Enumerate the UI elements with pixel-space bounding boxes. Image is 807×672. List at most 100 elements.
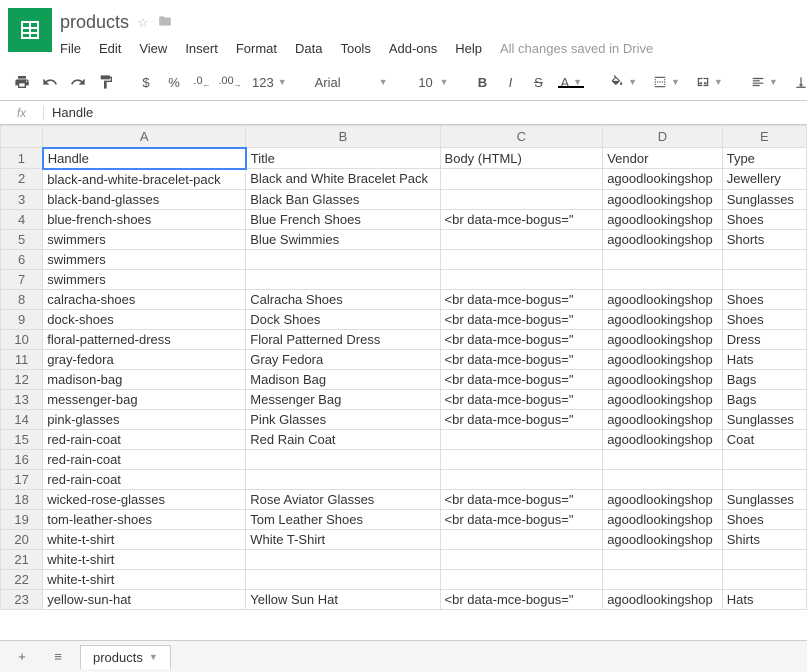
increase-decimal-button[interactable]: .00→ bbox=[218, 70, 242, 94]
cell[interactable]: white-t-shirt bbox=[43, 529, 246, 549]
col-header-D[interactable]: D bbox=[603, 126, 723, 148]
cell[interactable]: Vendor bbox=[603, 148, 723, 169]
cell[interactable]: Black and White Bracelet Pack bbox=[246, 169, 440, 190]
menu-insert[interactable]: Insert bbox=[185, 41, 218, 56]
cell[interactable]: <br data-mce-bogus=" bbox=[440, 349, 603, 369]
cell[interactable]: Body (HTML) bbox=[440, 148, 603, 169]
percent-button[interactable]: % bbox=[162, 70, 186, 94]
cell[interactable]: Sunglasses bbox=[722, 409, 806, 429]
cell[interactable] bbox=[440, 469, 603, 489]
star-icon[interactable]: ☆ bbox=[137, 15, 149, 31]
cell[interactable]: Red Rain Coat bbox=[246, 429, 440, 449]
cell[interactable] bbox=[603, 469, 723, 489]
row-header[interactable]: 9 bbox=[1, 309, 43, 329]
undo-icon[interactable] bbox=[38, 70, 62, 94]
cell[interactable] bbox=[440, 249, 603, 269]
text-color-dropdown[interactable]: A▼ bbox=[554, 75, 588, 90]
cell[interactable]: Shorts bbox=[722, 229, 806, 249]
cell[interactable]: Sunglasses bbox=[722, 489, 806, 509]
cell[interactable]: agoodlookingshop bbox=[603, 209, 723, 229]
cell[interactable]: Shoes bbox=[722, 209, 806, 229]
cell[interactable] bbox=[603, 569, 723, 589]
v-align-dropdown[interactable]: ▼ bbox=[788, 75, 807, 89]
cell[interactable] bbox=[440, 449, 603, 469]
add-sheet-button[interactable]: + bbox=[8, 645, 36, 669]
font-size-dropdown[interactable]: 10▼ bbox=[410, 75, 455, 90]
menu-help[interactable]: Help bbox=[455, 41, 482, 56]
menu-format[interactable]: Format bbox=[236, 41, 277, 56]
cell[interactable]: swimmers bbox=[43, 229, 246, 249]
row-header[interactable]: 19 bbox=[1, 509, 43, 529]
sheet-tab-menu-icon[interactable]: ▼ bbox=[149, 652, 158, 662]
cell[interactable]: agoodlookingshop bbox=[603, 369, 723, 389]
cell[interactable]: Madison Bag bbox=[246, 369, 440, 389]
cell[interactable]: Yellow Sun Hat bbox=[246, 589, 440, 609]
cell[interactable] bbox=[440, 549, 603, 569]
cell[interactable] bbox=[722, 549, 806, 569]
menu-add-ons[interactable]: Add-ons bbox=[389, 41, 437, 56]
cell[interactable]: blue-french-shoes bbox=[43, 209, 246, 229]
cell[interactable] bbox=[722, 569, 806, 589]
cell[interactable] bbox=[722, 449, 806, 469]
cell[interactable]: agoodlookingshop bbox=[603, 329, 723, 349]
cell[interactable]: Calracha Shoes bbox=[246, 289, 440, 309]
cell[interactable] bbox=[440, 269, 603, 289]
cell[interactable] bbox=[440, 169, 603, 190]
cell[interactable]: Messenger Bag bbox=[246, 389, 440, 409]
fill-color-dropdown[interactable]: ▼ bbox=[604, 75, 643, 89]
cell[interactable] bbox=[440, 569, 603, 589]
col-header-A[interactable]: A bbox=[43, 126, 246, 148]
merge-dropdown[interactable]: ▼ bbox=[690, 75, 729, 89]
cell[interactable]: white-t-shirt bbox=[43, 549, 246, 569]
cell[interactable] bbox=[246, 469, 440, 489]
cell[interactable]: Dress bbox=[722, 329, 806, 349]
cell[interactable] bbox=[246, 449, 440, 469]
cell[interactable]: Hats bbox=[722, 349, 806, 369]
row-header[interactable]: 16 bbox=[1, 449, 43, 469]
cell[interactable]: <br data-mce-bogus=" bbox=[440, 329, 603, 349]
cell[interactable]: madison-bag bbox=[43, 369, 246, 389]
col-header-C[interactable]: C bbox=[440, 126, 603, 148]
cell[interactable]: <br data-mce-bogus=" bbox=[440, 509, 603, 529]
cell[interactable] bbox=[246, 269, 440, 289]
cell[interactable]: swimmers bbox=[43, 269, 246, 289]
cell[interactable]: Tom Leather Shoes bbox=[246, 509, 440, 529]
row-header[interactable]: 7 bbox=[1, 269, 43, 289]
cell[interactable]: <br data-mce-bogus=" bbox=[440, 209, 603, 229]
cell[interactable]: White T-Shirt bbox=[246, 529, 440, 549]
cell[interactable] bbox=[603, 249, 723, 269]
cell[interactable]: calracha-shoes bbox=[43, 289, 246, 309]
cell[interactable] bbox=[722, 249, 806, 269]
cell[interactable]: black-band-glasses bbox=[43, 189, 246, 209]
bold-button[interactable]: B bbox=[470, 70, 494, 94]
menu-edit[interactable]: Edit bbox=[99, 41, 121, 56]
cell[interactable]: agoodlookingshop bbox=[603, 429, 723, 449]
italic-button[interactable]: I bbox=[498, 70, 522, 94]
cell[interactable]: messenger-bag bbox=[43, 389, 246, 409]
folder-icon[interactable] bbox=[157, 14, 173, 31]
cell[interactable] bbox=[722, 269, 806, 289]
borders-dropdown[interactable]: ▼ bbox=[647, 75, 686, 89]
cell[interactable]: Pink Glasses bbox=[246, 409, 440, 429]
h-align-dropdown[interactable]: ▼ bbox=[745, 75, 784, 89]
paint-format-icon[interactable] bbox=[94, 70, 118, 94]
sheet-tab-products[interactable]: products ▼ bbox=[80, 645, 171, 669]
cell[interactable]: <br data-mce-bogus=" bbox=[440, 389, 603, 409]
cell[interactable]: Hats bbox=[722, 589, 806, 609]
cell[interactable]: swimmers bbox=[43, 249, 246, 269]
cell[interactable] bbox=[440, 529, 603, 549]
col-header-B[interactable]: B bbox=[246, 126, 440, 148]
row-header[interactable]: 3 bbox=[1, 189, 43, 209]
cell[interactable]: agoodlookingshop bbox=[603, 309, 723, 329]
cell[interactable]: agoodlookingshop bbox=[603, 509, 723, 529]
cell[interactable]: gray-fedora bbox=[43, 349, 246, 369]
cell[interactable]: agoodlookingshop bbox=[603, 409, 723, 429]
row-header[interactable]: 4 bbox=[1, 209, 43, 229]
cell[interactable]: wicked-rose-glasses bbox=[43, 489, 246, 509]
cell[interactable] bbox=[246, 249, 440, 269]
all-sheets-button[interactable]: ≡ bbox=[44, 645, 72, 669]
cell[interactable]: black-and-white-bracelet-pack bbox=[43, 169, 246, 190]
cell[interactable]: Rose Aviator Glasses bbox=[246, 489, 440, 509]
cell[interactable]: <br data-mce-bogus=" bbox=[440, 369, 603, 389]
cell[interactable]: agoodlookingshop bbox=[603, 529, 723, 549]
